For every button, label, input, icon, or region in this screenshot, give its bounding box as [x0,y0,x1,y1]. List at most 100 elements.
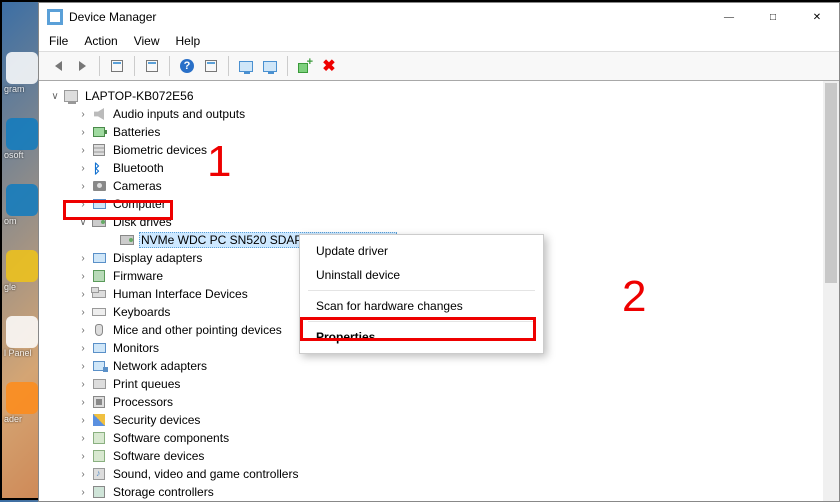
expand-icon[interactable]: › [77,181,89,192]
mouse-icon [91,322,107,338]
tree-item-bluetooth[interactable]: ›ᛒBluetooth [49,159,835,177]
tree-item-security[interactable]: › Security devices [49,411,835,429]
help-button[interactable]: ? [176,55,198,77]
expand-icon[interactable]: › [77,451,89,462]
expand-icon[interactable]: › [77,361,89,372]
tree-item-biometric[interactable]: ›Biometric devices [49,141,835,159]
menu-help[interactable]: Help [176,34,201,48]
expand-icon[interactable]: › [77,109,89,120]
show-hide-tree-button[interactable] [106,55,128,77]
separator [134,56,135,76]
tree-label: Audio inputs and outputs [111,106,247,122]
expand-icon[interactable]: › [77,433,89,444]
expand-icon[interactable]: › [77,307,89,318]
ctx-scan-hardware[interactable]: Scan for hardware changes [300,294,543,318]
separator [228,56,229,76]
close-button[interactable]: ✕ [795,3,839,31]
tree-item-network[interactable]: ›Network adapters [49,357,835,375]
expand-icon[interactable]: › [77,145,89,156]
desktop-label: om [4,216,38,226]
desktop-label: l Panel [4,348,38,358]
tree-label: Processors [111,394,175,410]
monitor-icon [91,340,107,356]
desktop-icon[interactable] [6,250,38,282]
collapse-icon[interactable]: ∨ [49,91,61,102]
printer-icon [91,376,107,392]
computer-icon [63,88,79,104]
uninstall-button[interactable]: ✖ [318,55,340,77]
minimize-button[interactable]: — [707,3,751,31]
ctx-properties[interactable]: Properties [300,325,543,349]
desktop-icon[interactable] [6,118,38,150]
add-driver-button[interactable] [294,55,316,77]
tree-item-batteries[interactable]: ›Batteries [49,123,835,141]
expand-icon[interactable]: › [77,289,89,300]
collapse-icon[interactable]: ∨ [77,217,89,228]
tree-label: Storage controllers [111,484,216,500]
tree-root[interactable]: ∨ LAPTOP-KB072E56 [49,87,835,105]
ctx-uninstall-device[interactable]: Uninstall device [300,263,543,287]
monitor-icon [91,250,107,266]
tree-label: Mice and other pointing devices [111,322,284,338]
menu-file[interactable]: File [49,34,68,48]
tree-item-storage[interactable]: › Storage controllers [49,483,835,501]
tree-label: Software devices [111,448,206,464]
annotation-label-2: 2 [622,272,646,322]
tree-label: Computer [111,196,168,212]
scan-hardware-button[interactable] [235,55,257,77]
expand-icon[interactable]: › [77,127,89,138]
tree-label: Cameras [111,178,164,194]
expand-icon[interactable]: › [77,469,89,480]
title-bar[interactable]: Device Manager — □ ✕ [39,3,839,31]
tree-item-sw-components[interactable]: ›Software components [49,429,835,447]
maximize-button[interactable]: □ [751,3,795,31]
annotation-label-1: 1 [207,137,231,187]
update-driver-button[interactable] [259,55,281,77]
expand-icon[interactable]: › [77,253,89,264]
tree-label: Print queues [111,376,182,392]
tree-label: Security devices [111,412,202,428]
toolbar: ? ✖ [39,51,839,81]
properties-toolbar-button[interactable] [141,55,163,77]
expand-icon[interactable]: › [77,487,89,498]
vertical-scrollbar[interactable] [823,81,839,501]
scrollbar-thumb[interactable] [825,83,837,283]
desktop-label: gram [4,84,38,94]
camera-icon [91,178,107,194]
tree-item-printqueues[interactable]: › Print queues [49,375,835,393]
tree-item-processors[interactable]: › Processors [49,393,835,411]
expand-icon[interactable]: › [77,397,89,408]
desktop-icon[interactable] [6,52,38,84]
hdd-icon [119,232,135,248]
fingerprint-icon [91,142,107,158]
menu-view[interactable]: View [134,34,160,48]
desktop-icon[interactable] [6,316,38,348]
action-button[interactable] [200,55,222,77]
tree-item-computer[interactable]: › Computer [49,195,835,213]
tree-label: Keyboards [111,304,172,320]
sound-icon [91,466,107,482]
expand-icon[interactable]: › [77,199,89,210]
expand-icon[interactable]: › [77,271,89,282]
storage-icon [91,484,107,500]
tree-item-cameras[interactable]: › Cameras [49,177,835,195]
back-button[interactable] [47,55,69,77]
desktop-label: ader [4,414,38,424]
expand-icon[interactable]: › [77,325,89,336]
tree-item-disk-drives[interactable]: ∨Disk drives [49,213,835,231]
tree-item-sound[interactable]: › Sound, video and game controllers [49,465,835,483]
desktop-icon[interactable] [6,184,38,216]
menu-action[interactable]: Action [84,34,117,48]
desktop-label: osoft [4,150,38,160]
expand-icon[interactable]: › [77,343,89,354]
window-title: Device Manager [69,10,707,24]
tree-label: Sound, video and game controllers [111,466,300,482]
desktop-icon[interactable] [6,382,38,414]
expand-icon[interactable]: › [77,163,89,174]
tree-item-sw-devices[interactable]: › Software devices [49,447,835,465]
tree-item-audio[interactable]: › Audio inputs and outputs [49,105,835,123]
ctx-update-driver[interactable]: Update driver [300,239,543,263]
expand-icon[interactable]: › [77,415,89,426]
forward-button[interactable] [71,55,93,77]
expand-icon[interactable]: › [77,379,89,390]
